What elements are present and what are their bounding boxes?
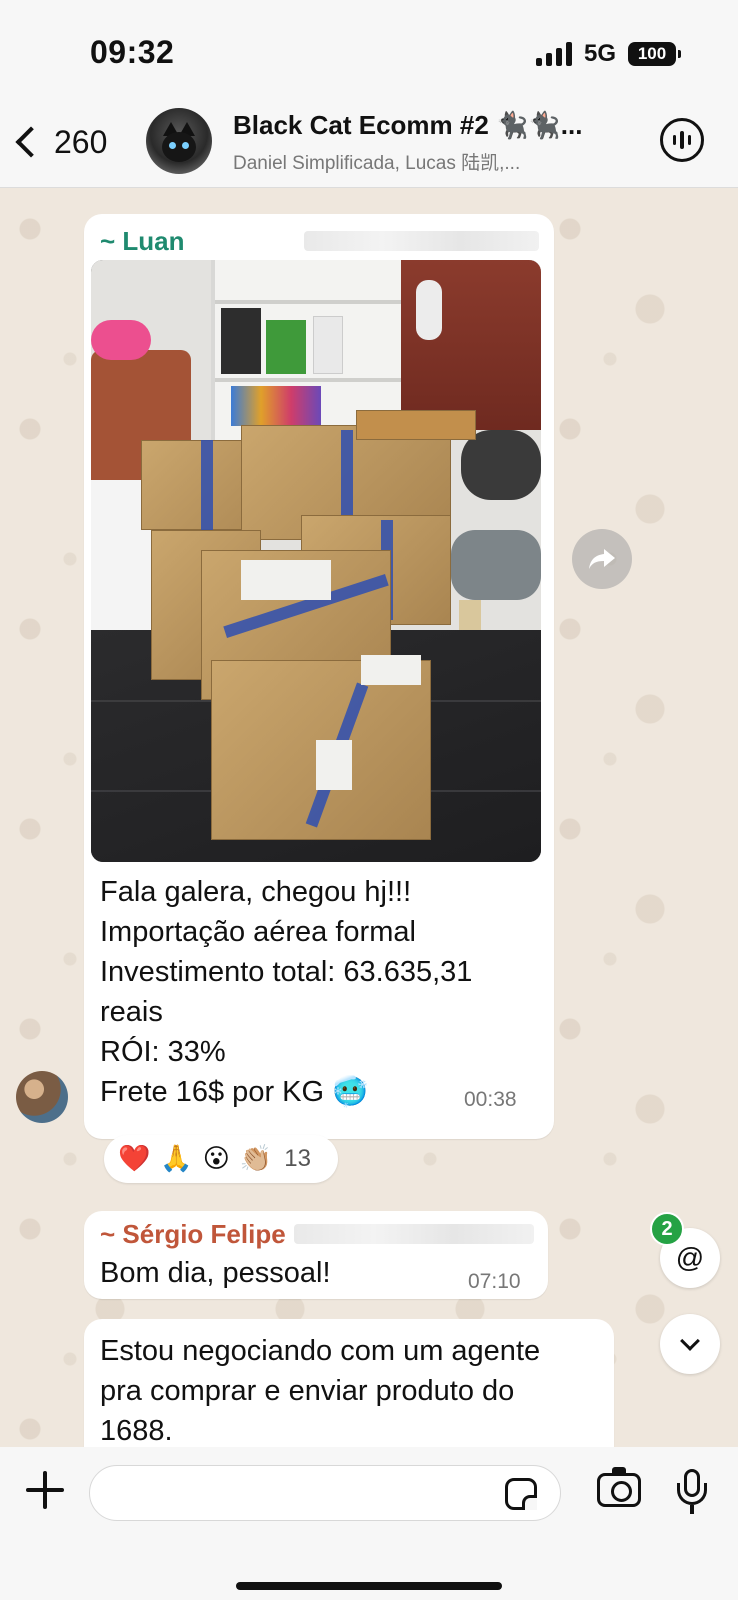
redacted-phone (304, 231, 539, 251)
chevron-down-icon (680, 1331, 700, 1351)
camera-icon[interactable] (597, 1467, 641, 1507)
message-text[interactable]: Bom dia, pessoal! (100, 1253, 331, 1293)
sticker-icon[interactable] (505, 1478, 537, 1510)
mention-badge: 2 (650, 1212, 684, 1246)
redacted-phone (294, 1224, 534, 1244)
chat-area[interactable]: ~ Luan Fala galera, chegou hj!!! Importa… (0, 189, 738, 1447)
message-line: Investimento total: 63.635,31 (100, 956, 473, 988)
message-time: 07:10 (468, 1270, 521, 1293)
message-line: Importação aérea formal (100, 916, 416, 948)
message-time: 00:38 (464, 1088, 517, 1111)
unread-count: 260 (54, 123, 108, 160)
scroll-down-button[interactable] (660, 1314, 720, 1374)
message-line: pra comprar e enviar produto do (100, 1375, 515, 1407)
reaction-emoji: 😮 (202, 1144, 230, 1174)
reaction-emoji: ❤️ (118, 1144, 151, 1174)
message-input[interactable] (89, 1465, 561, 1521)
message-sender[interactable]: ~ Luan (100, 226, 185, 257)
status-indicators: 5G 100 (535, 40, 681, 68)
message-photo[interactable] (91, 260, 541, 862)
voice-call-icon[interactable] (660, 118, 704, 162)
home-indicator (236, 1582, 502, 1590)
message-sender[interactable]: ~ Sérgio Felipe (100, 1219, 286, 1250)
message-line: 1688. (100, 1415, 173, 1447)
forward-icon[interactable] (572, 529, 632, 589)
reaction-emoji: 👏🏼 (239, 1144, 273, 1174)
reaction-emoji: 🙏 (160, 1144, 193, 1174)
message-bubble[interactable]: ~ Sérgio Felipe Bom dia, pessoal! 07:10 (84, 1211, 548, 1299)
message-line: reais (100, 996, 163, 1028)
group-name[interactable]: Black Cat Ecomm #2 🐈‍⬛🐈‍⬛... (233, 110, 582, 141)
message-bubble[interactable]: ~ Luan Fala galera, chegou hj!!! Importa… (84, 214, 554, 1139)
status-bar: 09:32 5G 100 (0, 0, 738, 100)
back-button[interactable]: 260 (14, 114, 107, 170)
composer-bar (0, 1447, 738, 1600)
group-avatar[interactable] (146, 108, 212, 174)
sender-avatar[interactable] (16, 1071, 68, 1123)
chat-header: 260 Black Cat Ecomm #2 🐈‍⬛🐈‍⬛... Daniel … (0, 100, 738, 188)
signal-icon (535, 42, 572, 66)
plus-icon[interactable] (26, 1471, 64, 1509)
message-line: Fala galera, chegou hj!!! (100, 876, 412, 908)
message-text[interactable]: Estou negociando com um agente pra compr… (100, 1331, 600, 1447)
microphone-icon[interactable] (677, 1469, 707, 1515)
battery-icon: 100 (628, 42, 681, 66)
reactions-bar[interactable]: ❤️ 🙏 😮 👏🏼 13 (104, 1135, 338, 1183)
network-type: 5G (583, 40, 616, 67)
back-chevron-icon (15, 126, 47, 158)
group-members[interactable]: Daniel Simplificada, Lucas 陆凯,... (233, 148, 520, 175)
message-text[interactable]: Fala galera, chegou hj!!! Importação aér… (100, 872, 530, 1112)
message-line: RÓI: 33% (100, 1036, 226, 1068)
reaction-count: 13 (284, 1145, 311, 1172)
message-line: Estou negociando com um agente (100, 1335, 541, 1367)
status-time: 09:32 (90, 34, 175, 70)
message-bubble[interactable]: Estou negociando com um agente pra compr… (84, 1319, 614, 1447)
